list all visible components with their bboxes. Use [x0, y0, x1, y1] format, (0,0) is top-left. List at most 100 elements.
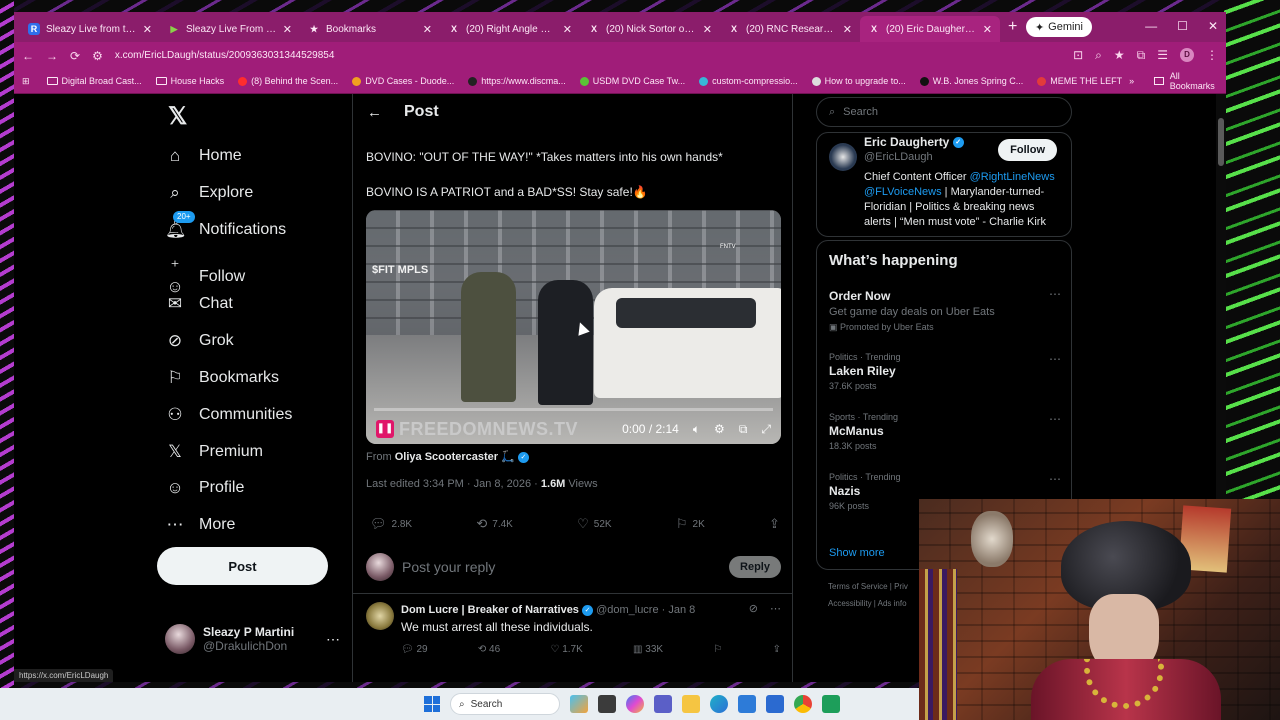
bookmark-action[interactable]: ⚐	[713, 644, 722, 655]
zoom-icon[interactable]: ⌕	[1095, 48, 1102, 63]
account-switcher[interactable]: Sleazy P Martini @DrakulichDon ⋯	[165, 624, 340, 654]
file-explorer-icon[interactable]	[682, 695, 700, 713]
pause-icon[interactable]: ❚❚	[376, 420, 394, 438]
widgets-icon[interactable]	[570, 695, 588, 713]
more-icon[interactable]: ⋯	[1049, 352, 1061, 366]
browser-tab[interactable]: R Sleazy Live from the Bunk ✕	[20, 16, 160, 42]
bookmark-item[interactable]: DVD Cases - Duode...	[345, 76, 461, 86]
trend-item[interactable]: Politics · Trending Laken Riley 37.6K po…	[829, 352, 1061, 391]
more-icon[interactable]: ⋯	[1049, 472, 1061, 486]
share-action[interactable]: ⇪	[769, 516, 780, 532]
video-progress-bar[interactable]	[374, 408, 773, 411]
nav-item-notifications[interactable]: 🔔︎ 20+ Notifications	[165, 211, 286, 240]
new-tab-button[interactable]: +	[1008, 18, 1017, 36]
windows-start-icon[interactable]	[424, 696, 440, 712]
show-more-link[interactable]: Show more	[829, 547, 885, 559]
volume-icon[interactable]: 🔈︎	[693, 422, 700, 437]
search-input[interactable]: ⌕ Search	[816, 97, 1072, 127]
x-logo-icon[interactable]: 𝕏	[168, 102, 187, 131]
browser-tab[interactable]: ★ Bookmarks ✕	[300, 16, 440, 42]
edited-timestamp[interactable]: Last edited 3:34 PM · Jan 8, 2026 ·	[366, 478, 538, 490]
avatar[interactable]	[829, 143, 857, 171]
more-icon[interactable]: ⋯	[1049, 287, 1061, 301]
back-icon[interactable]: ←	[22, 49, 34, 63]
extensions-icon[interactable]: ⧉	[1137, 48, 1146, 63]
store-icon[interactable]	[738, 695, 756, 713]
nav-item-grok[interactable]: ⊘ Grok	[165, 331, 234, 351]
forward-icon[interactable]: →	[46, 49, 58, 63]
video-player[interactable]: $FIT MPLS FNTV FREEDOMNEWS.TV ❚❚ 0:00 / …	[366, 210, 781, 444]
minimize-icon[interactable]: —	[1145, 19, 1157, 33]
browser-tab[interactable]: X (20) Right Angle News Ne ✕	[440, 16, 580, 42]
picture-in-picture-icon[interactable]: ⧉	[739, 422, 748, 437]
maximize-icon[interactable]: ☐	[1177, 19, 1188, 33]
bio-link[interactable]: @RightLineNews	[970, 171, 1055, 183]
close-icon[interactable]: ✕	[563, 23, 572, 36]
close-icon[interactable]: ✕	[703, 23, 712, 36]
fullscreen-icon[interactable]: ⤢	[761, 422, 771, 437]
bookmark-item[interactable]: custom-compressio...	[692, 76, 805, 86]
footer-link[interactable]: Accessibility | Ads info	[828, 595, 908, 612]
apps-icon[interactable]: ⊞	[22, 76, 30, 87]
grok-icon[interactable]: ⊘	[749, 602, 758, 615]
nav-item-home[interactable]: ⌂ Home	[165, 146, 242, 166]
nav-item-more[interactable]: ⋯ More	[165, 515, 236, 535]
bio-link[interactable]: @FLVoiceNews	[864, 186, 942, 198]
nav-item-explore[interactable]: ⌕ Explore	[165, 183, 253, 203]
trend-item[interactable]: Sports · Trending McManus 18.3K posts ⋯	[829, 412, 1061, 451]
teams-icon[interactable]	[654, 695, 672, 713]
taskbar-search[interactable]: ⌕ Search	[450, 693, 560, 715]
profile-avatar-icon[interactable]: D	[1180, 48, 1194, 62]
close-icon[interactable]: ✕	[143, 23, 152, 36]
url-field[interactable]: x.com/EricLDaugh/status/2009363031344529…	[115, 50, 1061, 61]
repost-action[interactable]: ⟲ 46	[478, 644, 500, 655]
bookmark-item[interactable]: https://www.discma...	[461, 76, 573, 86]
nav-item-chat[interactable]: ✉ Chat	[165, 294, 233, 314]
close-icon[interactable]: ✕	[843, 23, 852, 36]
back-arrow-icon[interactable]: ←	[367, 104, 382, 121]
settings-gear-icon[interactable]: ⚙	[714, 422, 725, 437]
reply-action[interactable]: 💬︎ 29	[401, 644, 428, 655]
reply-button[interactable]: Reply	[729, 556, 781, 578]
star-icon[interactable]: ★	[1114, 48, 1125, 63]
footer-link[interactable]: Terms of Service | Priv	[828, 578, 908, 595]
browser-tab-active[interactable]: X (20) Eric Daugherty on X: ✕	[860, 16, 1000, 42]
like-action[interactable]: ♡ 1.7K	[550, 644, 582, 655]
kebab-menu-icon[interactable]: ⋮	[1206, 48, 1218, 63]
nav-item-premium[interactable]: 𝕏 Premium	[165, 442, 263, 462]
chrome-icon[interactable]	[794, 695, 812, 713]
browser-tab[interactable]: X (20) RNC Research on X: " ✕	[720, 16, 860, 42]
bookmark-item[interactable]: W.B. Jones Spring C...	[913, 76, 1031, 86]
nav-item-profile[interactable]: ☺ Profile	[165, 478, 244, 498]
install-icon[interactable]: ⊡	[1073, 48, 1083, 63]
close-icon[interactable]: ✕	[283, 23, 292, 36]
copilot-icon[interactable]	[626, 695, 644, 713]
nav-item-bookmarks[interactable]: ⚐ Bookmarks	[165, 368, 279, 388]
reply-action[interactable]: 💬︎ 2.8K	[370, 516, 412, 532]
site-info-icon[interactable]: ⚙	[92, 49, 103, 63]
close-icon[interactable]: ✕	[983, 23, 992, 36]
attribution-name[interactable]: Oliya Scootercaster 🛴	[395, 451, 515, 463]
menu-list-icon[interactable]: ☰	[1157, 48, 1168, 63]
bookmark-item[interactable]: Digital Broad Cast...	[40, 76, 149, 86]
nav-item-follow[interactable]: ⁺☺ Follow	[165, 257, 245, 297]
app-icon[interactable]	[822, 695, 840, 713]
like-action[interactable]: ♡ 52K	[577, 516, 611, 532]
views-action[interactable]: ▥ 33K	[633, 644, 663, 655]
task-view-icon[interactable]	[598, 695, 616, 713]
close-icon[interactable]: ✕	[423, 23, 432, 36]
gemini-button[interactable]: ✦ Gemini	[1025, 17, 1092, 37]
share-action[interactable]: ⇪	[773, 644, 781, 655]
mail-app-icon[interactable]	[766, 695, 784, 713]
browser-tab[interactable]: X (20) Nick Sortor on X: " ✕	[580, 16, 720, 42]
repost-action[interactable]: ⟲ 7.4K	[476, 516, 512, 532]
edge-icon[interactable]	[710, 695, 728, 713]
avatar[interactable]	[366, 602, 394, 630]
reload-icon[interactable]: ⟳	[70, 49, 80, 63]
browser-tab[interactable]: ▶ Sleazy Live From the Bunk ✕	[160, 16, 300, 42]
more-icon[interactable]: ⋯	[1049, 412, 1061, 426]
close-window-icon[interactable]: ✕	[1208, 19, 1218, 33]
post-button[interactable]: Post	[157, 547, 328, 585]
bookmark-item[interactable]: USDM DVD Case Tw...	[573, 76, 692, 86]
bookmark-item[interactable]: (8) Behind the Scen...	[231, 76, 345, 86]
